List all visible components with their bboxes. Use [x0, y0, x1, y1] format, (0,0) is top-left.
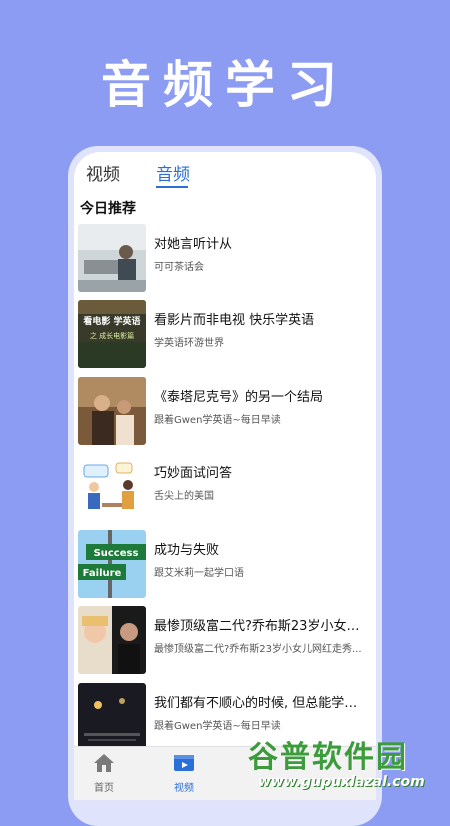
item-thumbnail: [78, 224, 146, 292]
item-title: 巧妙面试问答: [154, 466, 233, 481]
list-item[interactable]: 巧妙面试问答 舌尖上的美国: [74, 453, 376, 523]
tab-audio[interactable]: 音频: [156, 160, 190, 185]
item-title: 看影片而非电视 快乐学英语: [154, 313, 315, 328]
list-item[interactable]: Success Failure 成功与失败 跟艾米莉一起学口语: [74, 530, 376, 600]
item-subtitle: 跟着Gwen学英语~每日早读: [154, 415, 281, 426]
sign-success: Success: [94, 548, 139, 559]
item-subtitle: 跟艾米莉一起学口语: [154, 568, 244, 579]
watermark: 谷普软件园 www.gupuxlazal.com: [248, 732, 450, 800]
item-thumbnail: [78, 606, 146, 674]
nav-home-label: 首页: [94, 783, 114, 794]
list-item[interactable]: 看电影 学英语 之 成长电影篇 看影片而非电视 快乐学英语 学英语环游世界: [74, 300, 376, 370]
item-subtitle: 学英语环游世界: [154, 338, 224, 349]
nav-video[interactable]: 视频: [154, 753, 214, 794]
section-title: 今日推荐: [80, 201, 136, 217]
item-subtitle: 可可茶话会: [154, 262, 204, 273]
tab-bar: 视频 音频: [74, 152, 376, 192]
item-thumbnail: 看电影 学英语 之 成长电影篇: [78, 300, 146, 368]
item-subtitle: 跟着Gwen学英语~每日早读: [154, 721, 281, 732]
item-title: 《泰塔尼克号》的另一个结局: [154, 390, 324, 405]
item-title: 最惨顶级富二代?乔布斯23岁小女儿...: [154, 619, 364, 634]
nav-home[interactable]: 首页: [74, 753, 134, 794]
active-tab-indicator: [156, 186, 188, 188]
item-title: 我们都有不顺心的时候, 但总能学着...: [154, 696, 364, 711]
banner-title: 音频学习: [101, 56, 349, 114]
nav-video-label: 视频: [174, 783, 194, 794]
sign-failure: Failure: [83, 568, 122, 579]
thumb-caption-2: 之 成长电影篇: [90, 331, 134, 340]
thumb-caption-1: 看电影 学英语: [83, 315, 140, 327]
item-title: 成功与失败: [154, 543, 220, 558]
watermark-text: 谷普软件园: [248, 740, 408, 775]
video-icon: [174, 755, 194, 771]
home-icon: [94, 754, 114, 772]
item-thumbnail: Success Failure: [78, 530, 146, 598]
watermark-url: www.gupuxlazal.com: [258, 774, 425, 790]
item-thumbnail: [78, 683, 146, 751]
tab-video[interactable]: 视频: [86, 160, 120, 185]
item-thumbnail: [78, 377, 146, 445]
item-thumbnail: [78, 453, 146, 521]
item-subtitle: 最惨顶级富二代?乔布斯23岁小女儿网红走秀...: [154, 644, 362, 655]
list-item[interactable]: 《泰塔尼克号》的另一个结局 跟着Gwen学英语~每日早读: [74, 377, 376, 447]
list-item[interactable]: 对她言听计从 可可茶话会: [74, 224, 376, 294]
item-title: 对她言听计从: [154, 237, 233, 252]
item-subtitle: 舌尖上的美国: [154, 491, 214, 502]
list-item[interactable]: 最惨顶级富二代?乔布斯23岁小女儿... 最惨顶级富二代?乔布斯23岁小女儿网红…: [74, 606, 376, 676]
app-screen: 视频 音频 今日推荐 对她言听计从 可可茶话会 看电影 学英语 之 成长电影篇 …: [74, 152, 376, 800]
